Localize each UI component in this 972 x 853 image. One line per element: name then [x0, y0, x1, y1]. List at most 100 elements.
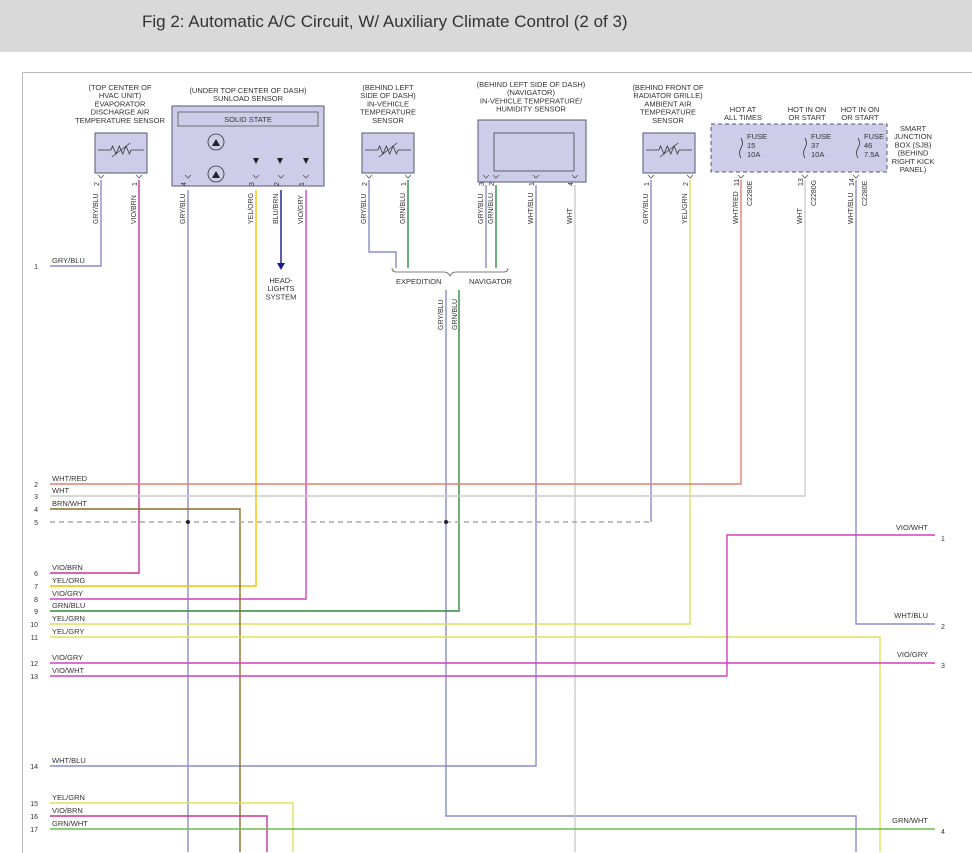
sunload-sensor-label: SUNLOAD SENSOR	[213, 94, 284, 103]
splice-dot	[186, 520, 190, 524]
wire-wht	[50, 180, 806, 497]
left-wire-label: GRY/BLU	[52, 256, 85, 265]
variant-expedition-label: EXPEDITION	[396, 277, 441, 286]
left-pin-number: 8	[34, 597, 38, 604]
pin-marker	[135, 174, 143, 179]
left-wire-label: VIO/GRY	[52, 589, 83, 598]
pin-marker	[852, 174, 860, 179]
component-wire-label: WHT/BLU	[848, 193, 855, 225]
sjb-box	[710, 123, 888, 173]
left-pin-number: 4	[34, 507, 38, 514]
component-wire-label: GRY/BLU	[361, 193, 368, 224]
right-pin-number: 3	[941, 663, 945, 670]
left-pin-number: 11	[31, 635, 38, 642]
pin-marker	[647, 174, 655, 179]
pin-marker	[404, 174, 412, 179]
left-pin-number: 2	[34, 482, 38, 489]
in-vehicle-sensor-label: SENSOR	[372, 116, 404, 125]
component-wire-label: GRN/BLU	[488, 193, 495, 224]
left-wire-label: VIO/BRN	[52, 563, 83, 572]
left-pin-number: 17	[30, 827, 38, 834]
left-wire-label: WHT/BLU	[52, 756, 86, 765]
wire-yel-grn-ambient	[50, 180, 691, 625]
left-wire-label: YEL/ORG	[52, 576, 86, 585]
component-wire-label: BLU/BRN	[273, 194, 280, 224]
wire-wht-red	[50, 180, 742, 485]
left-pin-number: 16	[30, 814, 38, 821]
left-pin-number: 7	[34, 584, 38, 591]
component-wire-label: GRY/BLU	[180, 193, 187, 224]
pin-marker	[801, 174, 809, 179]
component-wire-label: YEL/GRN	[682, 193, 689, 224]
left-pin-number: 5	[34, 520, 38, 527]
sjb-power-label: OR START	[841, 113, 879, 122]
component-wire-label: WHT/BLU	[528, 193, 535, 225]
component-wire-label: GRY/BLU	[643, 193, 650, 224]
connector-label: C2280E	[747, 180, 754, 206]
evap-sensor-label: TEMPERATURE SENSOR	[75, 116, 165, 125]
connector-label: C2280E	[862, 180, 869, 206]
left-pin-number: 6	[34, 571, 38, 578]
pin-marker	[365, 174, 373, 179]
humidity-pin-number: 2	[489, 182, 496, 186]
evap-pin-number: 2	[94, 182, 101, 186]
ambient-pin-number: 1	[644, 182, 651, 186]
fuse-label: FUSE	[811, 132, 831, 141]
pin-marker	[737, 174, 745, 179]
right-wire-label: VIO/GRY	[897, 650, 928, 659]
fuse-label: 7.5A	[864, 150, 879, 159]
left-wire-label: WHT	[52, 486, 69, 495]
wire-wht-blu-sjb	[855, 180, 935, 625]
right-wire-label: GRN/WHT	[892, 816, 928, 825]
wire-vio-gry-sunload	[50, 190, 307, 600]
sjb-pin-number: 13	[798, 178, 805, 186]
variant-navigator-label: NAVIGATOR	[469, 277, 513, 286]
connector-label: C2280G	[811, 180, 818, 206]
wire-vio-brn-evap	[50, 180, 140, 574]
fuse-label: 15	[747, 141, 755, 150]
component-wire-label: WHT	[797, 207, 804, 224]
humidity-sensor-label: HUMIDITY SENSOR	[496, 105, 566, 114]
fuse-label: 10A	[811, 150, 824, 159]
sunload-pin-number: 3	[249, 182, 256, 186]
left-pin-number: 15	[30, 801, 38, 808]
left-pin-number: 13	[30, 674, 38, 681]
in-vehicle-pin-number: 2	[362, 182, 369, 186]
mid-wire-label: GRN/BLU	[452, 299, 459, 330]
in-vehicle-pin-number: 1	[401, 182, 408, 186]
wire-vio-wht	[50, 534, 935, 677]
component-wire-label: WHT	[567, 207, 574, 224]
ambient-sensor-box	[642, 132, 696, 174]
left-wire-label: WHT/RED	[52, 474, 88, 483]
component-wire-label: GRY/BLU	[478, 193, 485, 224]
left-pin-number: 10	[30, 622, 38, 629]
wire-yel-gry	[50, 636, 881, 852]
wire-gry-blu-invehicle	[368, 180, 397, 268]
pin-marker	[97, 174, 105, 179]
fuse-label: FUSE	[747, 132, 767, 141]
sjb-power-label: ALL TIMES	[724, 113, 762, 122]
left-wire-label: GRN/WHT	[52, 819, 88, 828]
headlights-system-label: SYSTEM	[266, 292, 297, 301]
right-pin-number: 4	[941, 829, 945, 836]
mid-wire-label: GRY/BLU	[438, 299, 445, 330]
sjb-power-label: OR START	[788, 113, 826, 122]
sjb-pin-number: 11	[734, 179, 741, 186]
in-vehicle-sensor-box	[361, 132, 415, 174]
sunload-pin-number: 1	[299, 182, 306, 186]
sjb-label: PANEL)	[900, 165, 927, 174]
sjb-pin-number: 14	[849, 178, 856, 186]
evap-sensor-box	[94, 132, 148, 174]
component-wire-label: YEL/ORG	[248, 193, 255, 224]
solid-state-label: SOLID STATE	[224, 115, 272, 124]
component-wire-label: VIO/BRN	[131, 195, 138, 224]
left-wire-label: VIO/WHT	[52, 666, 84, 675]
ambient-pin-number: 2	[683, 182, 690, 186]
splice-dot	[444, 520, 448, 524]
wiring-diagram: (TOP CENTER OFHVAC UNIT)EVAPORATORDISCHA…	[30, 80, 945, 852]
component-wire-label: WHT/RED	[733, 191, 740, 224]
left-wire-label: YEL/GRY	[52, 627, 84, 636]
fuse-label: 46	[864, 141, 872, 150]
variant-bracket	[391, 267, 509, 277]
right-wire-label: WHT/BLU	[894, 611, 928, 620]
